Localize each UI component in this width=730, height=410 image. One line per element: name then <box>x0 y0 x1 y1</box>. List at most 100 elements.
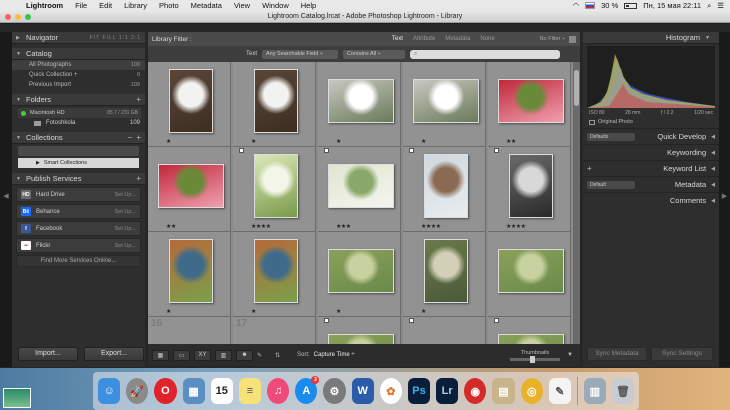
folder-fotoshkola[interactable]: Fotoshkola 109 <box>12 118 145 128</box>
lightroom-icon[interactable]: Lr <box>436 378 459 404</box>
grid-cell[interactable]: ★★★ <box>318 147 401 232</box>
add-collection-icon[interactable]: + <box>136 133 141 142</box>
menu-metadata[interactable]: Metadata <box>185 1 228 10</box>
grid-scrollbar[interactable] <box>573 62 580 344</box>
input-source-flag-icon[interactable] <box>585 2 596 9</box>
photo-thumbnail[interactable] <box>327 163 394 208</box>
menu-view[interactable]: View <box>228 1 256 10</box>
badge-icon[interactable] <box>239 148 244 153</box>
launchpad-icon[interactable]: 🚀 <box>126 378 149 404</box>
catalog-header[interactable]: ▼ Catalog <box>12 48 145 60</box>
left-panel-toggle-icon[interactable]: ◀ <box>0 192 12 200</box>
find-more-services-button[interactable]: Find More Services Online... <box>16 255 141 267</box>
word-icon[interactable]: W <box>351 378 374 404</box>
grid-cell[interactable]: ★★★★ <box>233 147 316 232</box>
histogram-header[interactable]: Histogram ▼ <box>583 32 719 44</box>
painter-icon[interactable]: ✎ <box>257 352 271 359</box>
people-view-icon[interactable]: ☻ <box>236 349 253 361</box>
thumbnail-grid[interactable]: ★ ★ ★ ★ ★★ ★★ ★★★★ ★★★ ★★★★ ★★★★ ★ ★ ★ ★ 16 17 <box>148 62 573 344</box>
grid-cell[interactable]: ★ <box>318 232 401 317</box>
folders-header[interactable]: ▼ Folders + <box>12 94 145 106</box>
left-edge[interactable]: ◀ <box>0 32 12 367</box>
badge-icon[interactable] <box>494 148 499 153</box>
close-window-icon[interactable] <box>5 14 11 20</box>
tab-none[interactable]: None <box>475 35 499 43</box>
star-rating[interactable]: ★ <box>251 308 256 315</box>
photos-icon[interactable]: ✿ <box>379 378 402 404</box>
collections-header[interactable]: ▼ Collections − + <box>12 132 145 144</box>
photo-thumbnail[interactable] <box>168 238 213 303</box>
star-rating[interactable]: ★★★★ <box>506 223 526 230</box>
publish-services-header[interactable]: ▼ Publish Services + <box>12 173 145 185</box>
compare-view-icon[interactable]: XY <box>194 349 211 361</box>
star-rating[interactable]: ★★ <box>166 223 176 230</box>
right-panel-toggle-icon[interactable]: ▶ <box>719 192 730 200</box>
survey-view-icon[interactable]: ▥ <box>215 349 232 361</box>
scrollbar-thumb[interactable] <box>574 70 579 106</box>
grid-cell[interactable]: ★★ <box>148 147 231 232</box>
contacts-icon[interactable]: ▤ <box>492 378 515 404</box>
grid-cell[interactable]: ★ <box>318 62 401 147</box>
service-setup-link[interactable]: Set Up... <box>115 209 136 215</box>
quick-develop-preset-select[interactable]: Defaults <box>587 132 635 141</box>
clock[interactable]: Пн, 15 мая 22:11 <box>643 1 701 10</box>
chrome-icon[interactable]: ◎ <box>520 378 543 404</box>
smart-collections-item[interactable]: ▶ Smart Collections <box>18 158 139 168</box>
menu-edit[interactable]: Edit <box>93 1 118 10</box>
menu-photo[interactable]: Photo <box>153 1 185 10</box>
filter-search-input[interactable]: ⌕ <box>410 49 561 59</box>
spotlight-icon[interactable]: ⌕ <box>707 1 711 11</box>
photo-thumbnail[interactable] <box>157 163 224 208</box>
grid-cell[interactable] <box>318 317 401 344</box>
photo-thumbnail[interactable] <box>253 153 298 218</box>
battery-percent[interactable]: 30 % <box>601 1 618 10</box>
search-rule-select[interactable]: Contains All ÷ <box>343 49 406 59</box>
filter-preset-select[interactable]: No Filter ÷ <box>540 36 565 42</box>
grid-cell[interactable] <box>403 317 486 344</box>
sort-direction-icon[interactable]: ⇅ <box>275 352 293 359</box>
service-setup-link[interactable]: Set Up... <box>115 192 136 198</box>
metadata-header[interactable]: Default Metadata ◀ <box>583 176 719 192</box>
notes-icon[interactable]: ≡ <box>238 378 262 404</box>
quick-develop-header[interactable]: Defaults Quick Develop ◀ <box>583 128 719 144</box>
photo-thumbnail[interactable] <box>327 78 394 123</box>
star-rating[interactable]: ★ <box>166 308 171 315</box>
grid-cell[interactable]: ★ <box>233 232 316 317</box>
photo-thumbnail[interactable] <box>423 153 468 218</box>
photo-thumbnail[interactable] <box>423 238 468 303</box>
badge-icon[interactable] <box>409 318 414 323</box>
add-folder-icon[interactable]: + <box>136 95 141 104</box>
publish-service-hard-drive[interactable]: HD Hard Drive Set Up... <box>16 187 141 202</box>
lock-icon[interactable] <box>569 35 576 43</box>
app-menu[interactable]: Lightroom <box>20 1 69 10</box>
photo-thumbnail[interactable] <box>168 68 213 133</box>
publish-service-facebook[interactable]: f Facebook Set Up... <box>16 221 141 236</box>
grid-cell[interactable]: ★ <box>403 232 486 317</box>
navigator-zoom-options[interactable]: FIT FILL 1:1 3:1 <box>90 35 141 41</box>
notification-center-icon[interactable]: ☰ <box>717 1 724 10</box>
star-rating[interactable]: ★★★★ <box>251 223 271 230</box>
grid-view-icon[interactable]: ▦ <box>152 349 169 361</box>
publish-service-flickr[interactable]: •• Flickr Set Up... <box>16 238 141 253</box>
grid-cell[interactable]: ★ <box>148 232 231 317</box>
grid-cell[interactable]: 17 <box>233 317 316 344</box>
preview-icon[interactable]: ▦ <box>182 378 205 404</box>
catalog-item-all-photographs[interactable]: All Photographs 109 <box>12 60 145 70</box>
app-store-icon[interactable]: A3 <box>295 376 320 404</box>
badge-icon[interactable] <box>409 148 414 153</box>
grid-cell[interactable]: ★★★★ <box>488 147 571 232</box>
service-setup-link[interactable]: Set Up... <box>115 243 136 249</box>
grid-cell[interactable]: ★ <box>148 62 231 147</box>
searchable-field-select[interactable]: Any Searchable Field ÷ <box>262 49 339 59</box>
toolbar-options-icon[interactable]: ▼ <box>564 352 576 358</box>
desktop-file-thumbnail[interactable] <box>3 388 31 408</box>
grid-cell[interactable] <box>488 317 571 344</box>
catalog-item-quick-collection[interactable]: Quick Collection + 0 <box>12 70 145 80</box>
photo-thumbnail[interactable] <box>327 333 394 344</box>
loupe-view-icon[interactable]: ▭ <box>173 349 190 361</box>
trash-icon[interactable]: 🗑 <box>611 378 635 404</box>
grid-cell[interactable]: ★★ <box>488 62 571 147</box>
star-rating[interactable]: ★★★ <box>336 223 351 230</box>
keyword-list-header[interactable]: + Keyword List ◀ <box>583 160 719 176</box>
collections-filter-input[interactable] <box>18 146 139 156</box>
